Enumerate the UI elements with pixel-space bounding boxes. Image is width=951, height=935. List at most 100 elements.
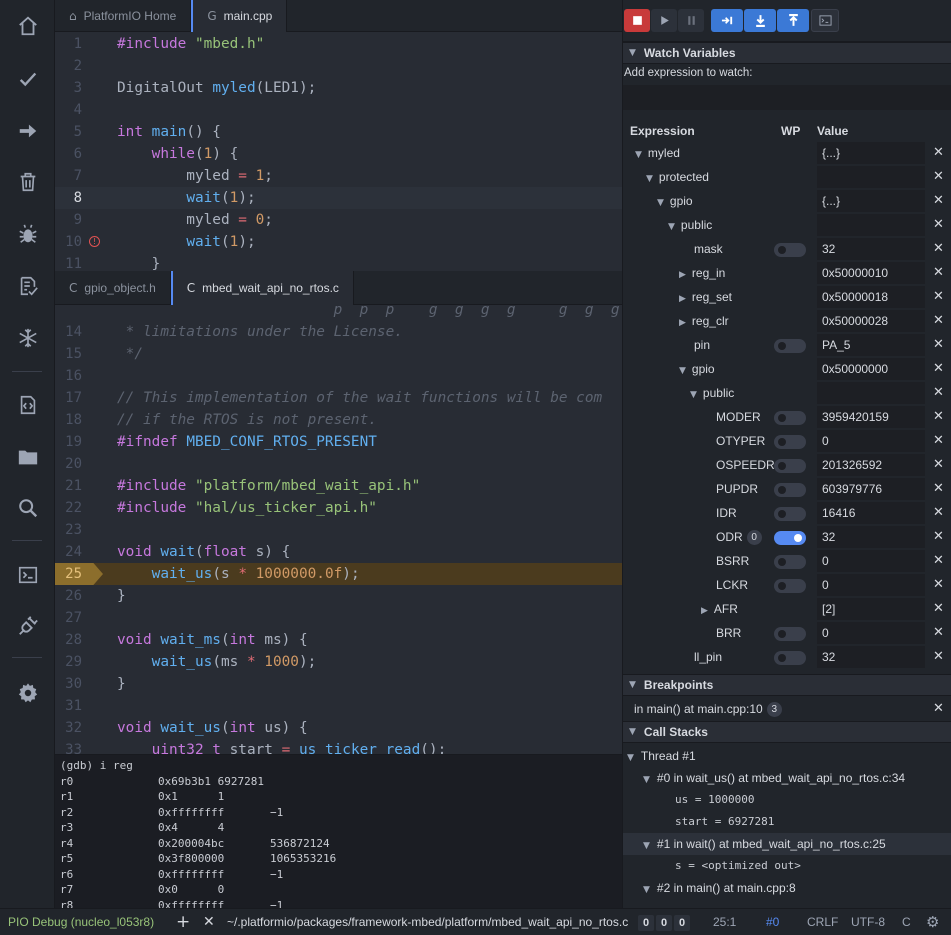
watch-expression[interactable]: LCKR [701,573,748,597]
chevron-down-icon[interactable]: ▼ [643,775,650,785]
watch-expression[interactable]: ▼ myled [635,141,680,165]
watch-row[interactable]: PUPDR 603979776 ✕ [623,477,951,501]
watch-row[interactable]: pin PA_5 ✕ [623,333,951,357]
chevron-right-icon[interactable]: ▶ [679,294,686,304]
chevron-down-icon[interactable]: ▼ [635,150,642,160]
watchpoint-toggle[interactable] [774,531,806,545]
code-line[interactable]: 20 [55,453,622,475]
watch-row[interactable]: OTYPER 0 ✕ [623,429,951,453]
watch-expression[interactable]: mask [679,237,723,261]
frame-indicator[interactable]: #0 [766,909,779,935]
watch-value[interactable] [817,166,925,188]
remove-watch-icon[interactable]: ✕ [933,477,944,501]
tab-main-cpp[interactable]: G main.cpp [191,0,288,32]
grammar[interactable]: C [902,909,911,935]
chevron-down-icon[interactable]: ▼ [690,390,697,400]
watchpoint-toggle[interactable] [774,459,806,473]
line-number[interactable]: 3 [55,77,82,99]
code-line[interactable]: 10! wait(1); [55,231,622,253]
watch-expression[interactable]: ▶ reg_set [679,285,732,309]
watch-row[interactable]: BSRR 0 ✕ [623,549,951,573]
remove-watch-icon[interactable]: ✕ [933,309,944,333]
code-line[interactable]: 7 myled = 1; [55,165,622,187]
watch-value[interactable]: 0 [817,574,925,596]
chevron-down-icon[interactable]: ▼ [657,198,664,208]
watch-value[interactable]: 32 [817,526,925,548]
watch-expression[interactable]: PUPDR [701,477,758,501]
watch-expression[interactable]: ▶ AFR [701,597,738,621]
tab-platformio-home[interactable]: ⌂ PlatformIO Home [55,0,192,32]
line-number[interactable]: 4 [55,99,82,121]
call-stacks-header[interactable]: ▼ Call Stacks [623,721,951,743]
pause-button[interactable] [678,9,704,32]
remove-watch-icon[interactable]: ✕ [933,357,944,381]
stack-frame[interactable]: ▼ #0 in wait_us() at mbed_wait_api_no_rto… [623,767,951,789]
code-line[interactable]: 5 int main() { [55,121,622,143]
line-number[interactable]: 14 [55,321,82,343]
watchpoint-toggle[interactable] [774,555,806,569]
watch-value[interactable] [817,382,925,404]
line-number[interactable]: 10 [55,231,82,253]
line-number[interactable]: 23 [55,519,82,541]
terminal-icon[interactable] [0,553,55,597]
remove-watch-icon[interactable]: ✕ [933,501,944,525]
remove-watch-icon[interactable]: ✕ [933,549,944,573]
code-line[interactable]: 31 [55,695,622,717]
code-line[interactable]: 30} [55,673,622,695]
step-out-button[interactable] [777,9,809,32]
watch-row[interactable]: BRR 0 ✕ [623,621,951,645]
watchpoint-toggle[interactable] [774,411,806,425]
line-number[interactable]: 1 [55,33,82,55]
code-line[interactable]: 8 wait(1); [55,187,622,209]
debug-icon[interactable] [0,212,55,256]
watch-value[interactable]: 0x50000018 [817,286,925,308]
remove-watch-icon[interactable]: ✕ [933,189,944,213]
stack-frame[interactable]: ▼ #2 in main() at main.cpp:8 [623,877,951,899]
code-line[interactable]: 3 DigitalOut myled(LED1); [55,77,622,99]
tab-gpio-object-h[interactable]: C gpio_object.h [55,271,171,305]
code-line[interactable]: 14 * limitations under the License. [55,321,622,343]
watchpoint-toggle[interactable] [774,435,806,449]
watch-value[interactable]: {...} [817,142,925,164]
code-line[interactable]: 1 #include "mbed.h" [55,33,622,55]
watch-row[interactable]: ▶ reg_set 0x50000018 ✕ [623,285,951,309]
settings-icon[interactable] [0,671,55,715]
code-line[interactable]: 4 [55,99,622,121]
chevron-down-icon[interactable]: ▼ [679,366,686,376]
code-line[interactable]: 9 myled = 0; [55,209,622,231]
code-line[interactable]: 17 // This implementation of the wait fun… [55,387,622,409]
watch-expression[interactable]: pin [679,333,710,357]
remove-watch-icon[interactable]: ✕ [933,621,944,645]
watch-row[interactable]: ▼ public ✕ [623,381,951,405]
remove-watch-icon[interactable]: ✕ [933,645,944,669]
code-line[interactable]: 11 } [55,253,622,271]
gdb-console[interactable]: (gdb) i reg r0 0x69b3b1 6927281 r1 0x1 1 r2 0… [55,754,622,908]
remove-watch-icon[interactable]: ✕ [933,285,944,309]
file-path[interactable]: ~/.platformio/packages/framework-mbed/pl… [227,909,628,935]
code-line[interactable]: 33 uint32_t start = us_ticker_read(); [55,739,622,754]
remove-watch-icon[interactable]: ✕ [933,237,944,261]
chevron-right-icon[interactable]: ▶ [679,270,686,280]
line-number[interactable]: 30 [55,673,82,695]
console-button[interactable] [811,9,839,32]
add-icon[interactable]: + [176,909,190,935]
chevron-down-icon[interactable]: ▼ [646,174,653,184]
settings-icon[interactable]: ⚙ [926,909,939,935]
plug-icon[interactable] [0,604,55,648]
line-number[interactable]: 26 [55,585,82,607]
watch-expression[interactable]: ▼ gpio [657,189,693,213]
line-number[interactable]: 18 [55,409,82,431]
watchpoint-toggle[interactable] [774,339,806,353]
code-line[interactable]: 18 // if the RTOS is not present. [55,409,622,431]
watch-row[interactable]: ▶ reg_clr 0x50000028 ✕ [623,309,951,333]
watch-value[interactable]: 0x50000000 [817,358,925,380]
remove-watch-icon[interactable]: ✕ [933,141,944,165]
watch-expression[interactable]: ▼ gpio [679,357,715,381]
watch-row[interactable]: MODER 3959420159 ✕ [623,405,951,429]
code-line[interactable]: p p p g g g g g g g g [55,305,622,321]
watch-row[interactable]: ▼ public ✕ [623,213,951,237]
home-icon[interactable] [0,4,55,48]
line-number[interactable]: 9 [55,209,82,231]
watch-row[interactable]: ODR 0 32 ✕ [623,525,951,549]
watch-value[interactable]: 201326592 [817,454,925,476]
